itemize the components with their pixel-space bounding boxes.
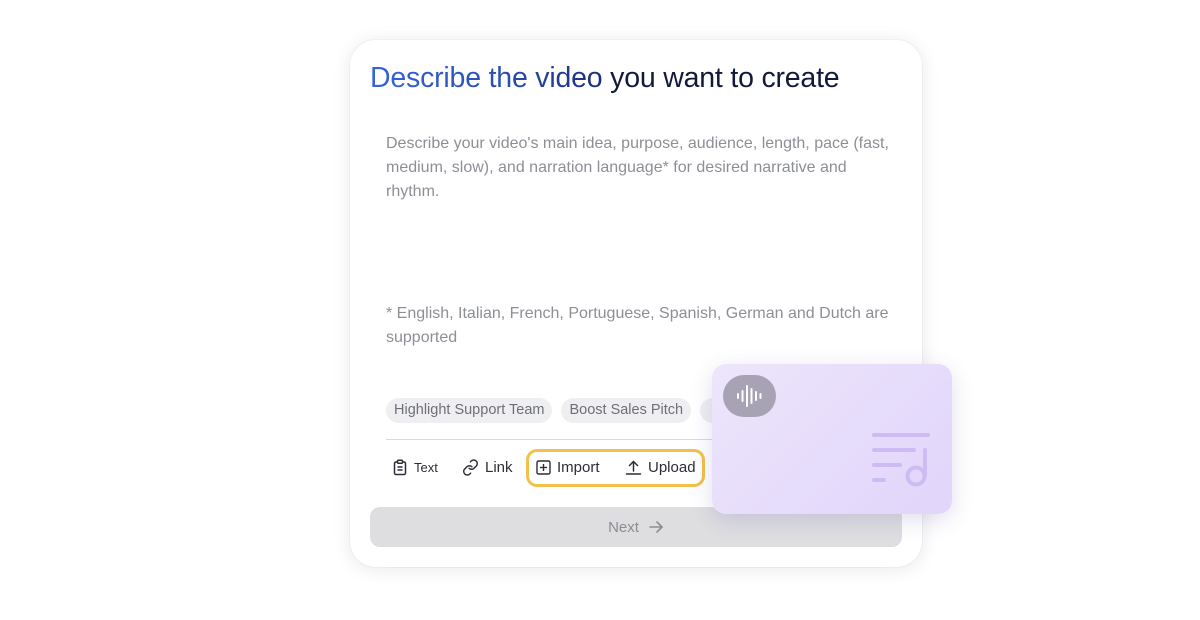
page-title: Describe the video you want to create	[370, 62, 840, 95]
sound-wave-icon	[736, 385, 761, 407]
next-button-label: Next	[608, 518, 639, 536]
playlist-music-icon	[872, 433, 930, 487]
link-button-label: Link	[485, 458, 513, 476]
title-highlight: Describe the video	[370, 62, 603, 94]
arrow-right-icon	[649, 521, 663, 533]
text-button[interactable]: Text	[392, 454, 438, 480]
prompt-textarea-placeholder[interactable]: Describe your video's main idea, purpose…	[386, 132, 896, 204]
voice-pill[interactable]	[723, 375, 776, 417]
clipboard-icon	[393, 458, 407, 475]
audio-card	[712, 364, 952, 514]
link-button[interactable]: Link	[462, 454, 513, 480]
languages-note: * English, Italian, French, Portuguese, …	[386, 305, 889, 346]
suggestion-chip[interactable]: Boost Sales Pitch	[561, 398, 692, 423]
suggestion-chips: Highlight Support Team Boost Sales Pitch	[386, 398, 731, 423]
link-icon	[463, 458, 478, 476]
import-upload-highlight	[526, 449, 705, 487]
title-rest: you want to create	[602, 62, 840, 94]
text-button-label: Text	[414, 459, 438, 475]
suggestion-chip[interactable]: Highlight Support Team	[386, 398, 553, 423]
